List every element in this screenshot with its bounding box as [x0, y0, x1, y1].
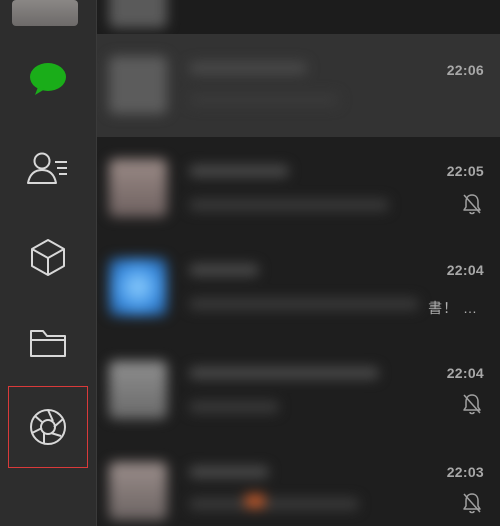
- sidebar-item-moments[interactable]: [8, 386, 88, 468]
- chat-avatar: [109, 258, 167, 316]
- chat-preview: [189, 401, 279, 413]
- sidebar-item-favorites[interactable]: [8, 222, 88, 292]
- chat-row[interactable]: 22:03: [97, 446, 500, 526]
- wechat-window: 22:06 22:05 22:04 書！ … 22:04 22:03: [0, 0, 500, 526]
- chat-name: [189, 466, 269, 478]
- aperture-icon: [30, 409, 66, 445]
- chat-avatar: [109, 361, 167, 419]
- contacts-icon: [27, 152, 67, 184]
- mute-bell-icon: [463, 194, 481, 215]
- chat-name: [189, 62, 307, 74]
- mute-bell-icon: [463, 493, 481, 514]
- avatar[interactable]: [12, 0, 78, 26]
- blurred-content: [97, 240, 427, 343]
- chat-name: [189, 264, 259, 276]
- chat-time: 22:04: [446, 365, 484, 381]
- blurred-content: [97, 446, 427, 526]
- blurred-content: [97, 0, 427, 34]
- chat-time: 22:03: [446, 464, 484, 480]
- blurred-content: [97, 34, 427, 137]
- sidebar-item-chats[interactable]: [8, 44, 88, 114]
- folder-icon: [30, 330, 66, 357]
- chat-row[interactable]: 22:06: [97, 34, 500, 137]
- chat-preview: [189, 298, 419, 310]
- chat-time: 22:05: [446, 163, 484, 179]
- chat-row[interactable]: 22:04 書！ …: [97, 240, 500, 343]
- chat-avatar: [109, 0, 167, 28]
- chat-preview-snippet: 書！ …: [428, 300, 478, 316]
- chat-list: 22:06 22:05 22:04 書！ … 22:04 22:03: [97, 0, 500, 526]
- emoji-accent: [245, 494, 265, 508]
- chat-bubble-icon: [30, 63, 66, 95]
- chat-time: 22:04: [446, 262, 484, 278]
- sidebar-item-files[interactable]: [8, 308, 88, 378]
- blurred-content: [97, 137, 427, 240]
- chat-row[interactable]: 22:05: [97, 137, 500, 240]
- chat-row[interactable]: 22:04: [97, 343, 500, 446]
- cube-icon: [31, 239, 65, 276]
- previous-chat-row-partial[interactable]: [97, 0, 500, 34]
- chat-preview: [189, 94, 339, 106]
- mute-bell-icon: [463, 394, 481, 415]
- chat-avatar: [109, 159, 167, 217]
- chat-avatar: [109, 56, 167, 114]
- chat-preview: [189, 199, 389, 211]
- chat-avatar: [109, 462, 167, 520]
- sidebar-item-contacts[interactable]: [8, 134, 88, 204]
- chat-preview: [189, 498, 359, 510]
- sidebar: [0, 0, 97, 526]
- blurred-content: [97, 343, 427, 446]
- chat-time: 22:06: [446, 62, 484, 78]
- chat-name: [189, 367, 379, 379]
- chat-name: [189, 165, 289, 177]
